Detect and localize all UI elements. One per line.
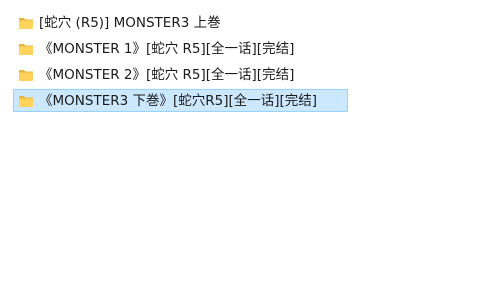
folder-icon (19, 95, 33, 107)
folder-icon (19, 43, 33, 55)
folder-name: 《MONSTER 1》[蛇穴 R5][全一话][完结] (39, 40, 295, 57)
folder-item-monster-2[interactable]: 《MONSTER 2》[蛇穴 R5][全一话][完结] (13, 64, 333, 85)
file-list: [蛇穴 (R5)] MONSTER3 上巻 《MONSTER 1》[蛇穴 R5]… (0, 0, 493, 283)
folder-icon (19, 17, 33, 29)
folder-name: 《MONSTER 2》[蛇穴 R5][全一话][完结] (39, 66, 295, 83)
folder-item-monster-1[interactable]: 《MONSTER 1》[蛇穴 R5][全一话][完结] (13, 38, 333, 59)
folder-item-monster3-ge-selected[interactable]: 《MONSTER3 下巻》[蛇穴R5][全一话][完结] (13, 89, 348, 112)
folder-icon (19, 69, 33, 81)
folder-name: 《MONSTER3 下巻》[蛇穴R5][全一话][完结] (39, 92, 318, 109)
folder-item-monster3-jou[interactable]: [蛇穴 (R5)] MONSTER3 上巻 (13, 12, 283, 33)
folder-name: [蛇穴 (R5)] MONSTER3 上巻 (39, 14, 221, 31)
